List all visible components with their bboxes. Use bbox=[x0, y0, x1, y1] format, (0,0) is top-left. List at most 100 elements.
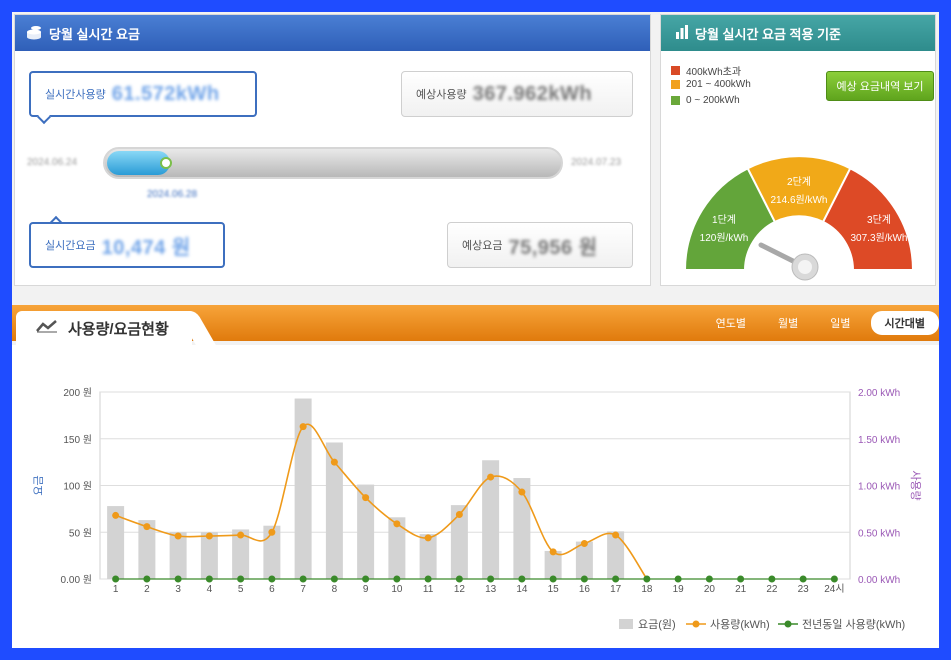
legend-label-bars: 요금(원) bbox=[638, 618, 676, 631]
prev-year-point bbox=[299, 575, 307, 583]
y-axis-label-right: 사용량 bbox=[909, 470, 922, 500]
legend-marker-prev bbox=[784, 620, 792, 628]
usage-point bbox=[112, 511, 120, 519]
usage-point bbox=[268, 528, 276, 536]
x-tick-label: 6 bbox=[269, 584, 275, 595]
realtime-usage-label: 실시간사용량 bbox=[45, 89, 106, 101]
usage-point bbox=[299, 423, 307, 431]
prev-year-point bbox=[549, 575, 557, 583]
legend-swatch bbox=[671, 96, 680, 105]
x-tick-label: 11 bbox=[423, 584, 434, 595]
legend-swatch bbox=[671, 66, 680, 75]
period-progress-bar bbox=[103, 147, 563, 179]
start-date: 2024.06.24 bbox=[27, 157, 78, 168]
realtime-usage-value: 61.572kWh bbox=[111, 82, 220, 105]
expected-usage-value: 367.962kWh bbox=[472, 82, 593, 105]
prev-year-point bbox=[205, 575, 213, 583]
usage-point bbox=[612, 531, 620, 539]
usage-point bbox=[487, 473, 495, 481]
y-tick-left: 100 원 bbox=[63, 481, 92, 493]
legend-label-prev: 전년동일 사용량(kWh) bbox=[802, 617, 905, 631]
prev-year-point bbox=[393, 575, 401, 583]
tab-daily[interactable]: 일별 bbox=[818, 312, 862, 334]
x-tick-label: 1 bbox=[113, 584, 119, 595]
progress-knob bbox=[160, 157, 173, 169]
tab-monthly[interactable]: 월별 bbox=[766, 312, 810, 334]
y-tick-left: 50 원 bbox=[69, 527, 92, 539]
legend-label-usage: 사용량(kWh) bbox=[710, 618, 770, 631]
prev-year-point bbox=[674, 575, 682, 583]
x-tick-label: 22 bbox=[766, 584, 778, 595]
usage-fee-tab[interactable]: 사용량/요금현황 bbox=[16, 311, 192, 345]
realtime-fee-value: 10,474 원 bbox=[101, 236, 191, 259]
bar bbox=[575, 541, 593, 579]
prev-year-point bbox=[174, 575, 182, 583]
x-tick-label: 13 bbox=[485, 584, 497, 595]
prev-year-point bbox=[362, 575, 370, 583]
x-tick-label: 9 bbox=[363, 584, 369, 595]
expected-fee-value: 75,956 원 bbox=[508, 236, 598, 259]
rate-criteria-header: 당월 실시간 요금 적용 기준 bbox=[661, 15, 935, 51]
gauge-step3-rate: 307.3원/kWh bbox=[850, 232, 907, 244]
x-tick-label: 10 bbox=[391, 584, 403, 595]
realtime-fee-label: 실시간요금 bbox=[45, 240, 96, 252]
prev-year-point bbox=[830, 575, 838, 583]
legend-swatch bbox=[671, 80, 680, 89]
usage-point bbox=[580, 539, 588, 547]
x-tick-label: 7 bbox=[300, 584, 306, 595]
usage-line bbox=[115, 423, 648, 580]
expected-usage-box: 예상사용량 367.962kWh bbox=[401, 71, 633, 117]
period-tabs: 연도별 월별 일별 시간대별 bbox=[704, 311, 939, 335]
usage-point bbox=[174, 532, 182, 540]
gauge-step2-name: 2단계 bbox=[787, 176, 811, 188]
prev-year-point bbox=[518, 575, 526, 583]
usage-point bbox=[362, 494, 370, 502]
usage-chart-area: 200 원 2.00 kWh 150 원 1.50 kWh 100 원 1.00 kWh 5… bbox=[12, 345, 939, 648]
x-tick-label: 21 bbox=[735, 584, 747, 595]
prev-year-point bbox=[487, 575, 495, 583]
realtime-fee-box: 실시간요금 10,474 원 bbox=[29, 222, 225, 268]
x-tick-label: 19 bbox=[673, 584, 685, 595]
usage-point bbox=[143, 523, 151, 531]
expected-usage-label: 예상사용량 bbox=[416, 89, 467, 101]
x-tick-label: 3 bbox=[175, 584, 181, 595]
gauge-step1-name: 1단계 bbox=[712, 214, 736, 226]
gauge-step3-name: 3단계 bbox=[867, 214, 891, 226]
current-date: 2024.06.28 bbox=[147, 189, 198, 200]
x-tick-label: 5 bbox=[238, 584, 244, 595]
bar-chart-icon bbox=[675, 24, 689, 42]
realtime-usage-box: 실시간사용량 61.572kWh bbox=[29, 71, 257, 117]
y-tick-left: 150 원 bbox=[63, 434, 92, 446]
prev-year-point bbox=[424, 575, 432, 583]
gauge-step1-rate: 120원/kWh bbox=[700, 232, 749, 244]
tab-hourly[interactable]: 시간대별 bbox=[870, 311, 939, 335]
y-tick-right: 2.00 kWh bbox=[858, 388, 900, 399]
prev-year-point bbox=[237, 575, 245, 583]
expected-fee-details-button[interactable]: 예상 요금내역 보기 bbox=[826, 71, 934, 101]
prev-year-point bbox=[580, 575, 588, 583]
expected-fee-box: 예상요금 75,956 원 bbox=[447, 222, 633, 268]
prev-year-point bbox=[330, 575, 338, 583]
tab-yearly[interactable]: 연도별 bbox=[704, 312, 758, 334]
usage-point bbox=[393, 520, 401, 528]
x-tick-label: 2 bbox=[144, 584, 150, 595]
prev-year-point bbox=[799, 575, 807, 583]
prev-year-point bbox=[643, 575, 651, 583]
x-tick-label: 4 bbox=[207, 584, 213, 595]
x-tick-label: 18 bbox=[641, 584, 653, 595]
legend-swatch-bars bbox=[619, 619, 633, 629]
y-tick-right: 1.00 kWh bbox=[858, 482, 900, 493]
usage-point bbox=[237, 531, 245, 539]
x-tick-label: 12 bbox=[454, 584, 466, 595]
x-tick-label: 15 bbox=[548, 584, 560, 595]
prev-year-point bbox=[112, 575, 120, 583]
panel-title: 당월 실시간 요금 적용 기준 bbox=[695, 26, 842, 42]
prev-year-point bbox=[768, 575, 776, 583]
x-tick-label: 24시 bbox=[824, 583, 844, 595]
usage-point bbox=[424, 534, 432, 542]
x-tick-label: 8 bbox=[332, 584, 338, 595]
y-tick-right: 0.00 kWh bbox=[858, 575, 900, 586]
rate-criteria-panel: 당월 실시간 요금 적용 기준 400kWh초과 201 ~ 400kWh 0 … bbox=[660, 14, 936, 286]
y-tick-left: 0.00 원 bbox=[61, 574, 92, 586]
expected-fee-label: 예상요금 bbox=[462, 240, 503, 252]
